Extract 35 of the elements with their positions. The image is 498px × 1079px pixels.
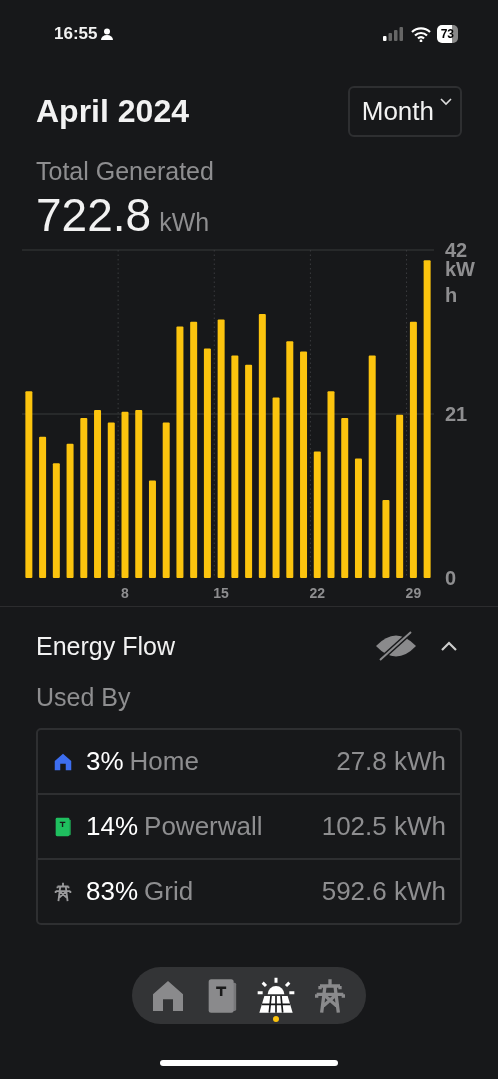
total-value: 722.8 xyxy=(36,188,152,242)
consumer-name: Powerwall xyxy=(144,811,264,842)
consumer-name: Home xyxy=(129,746,200,777)
axis-tick-label: 22 xyxy=(309,585,326,601)
energy-value: 592.6 kWh xyxy=(321,876,446,907)
percent-value: 83% xyxy=(86,876,139,907)
wifi-icon xyxy=(410,26,431,42)
percent-value: 14% xyxy=(86,811,139,842)
transmission-tower-icon xyxy=(52,880,74,903)
unit-label: kWh xyxy=(159,208,210,237)
signal-icon xyxy=(382,27,403,41)
percent-value: 3% xyxy=(86,746,124,777)
clock: 16:55 xyxy=(54,24,98,44)
solar-panel-icon xyxy=(256,975,296,1016)
hidden-eye-icon[interactable] xyxy=(374,629,418,663)
total-label: Total Generated xyxy=(36,157,215,186)
person-icon xyxy=(101,28,114,40)
chevron-up-icon xyxy=(440,640,458,652)
collapse-button[interactable] xyxy=(440,640,458,652)
consumer-name: Grid xyxy=(144,876,195,907)
axis-tick-label: 8 xyxy=(121,585,129,601)
axis-tick-label: 29 xyxy=(405,585,422,601)
battery-indicator: 73 xyxy=(436,25,458,43)
axis-tick-label: 15 xyxy=(213,585,229,601)
axis-tick-label: 42 xyxy=(445,240,468,260)
energy-value: 102.5 kWh xyxy=(321,811,446,842)
period-dropdown[interactable]: Month xyxy=(347,86,462,137)
axis-unit-label: kWh xyxy=(445,257,475,308)
energy-value: 27.8 kWh xyxy=(336,746,446,777)
axis-tick-label: 0 xyxy=(445,568,457,588)
section-subtitle: Used By xyxy=(36,683,132,712)
section-title: Energy Flow xyxy=(36,631,176,661)
month-title: April 2024 xyxy=(36,93,189,130)
chevron-down-icon xyxy=(440,98,452,106)
axis-tick-label: 21 xyxy=(445,404,468,424)
